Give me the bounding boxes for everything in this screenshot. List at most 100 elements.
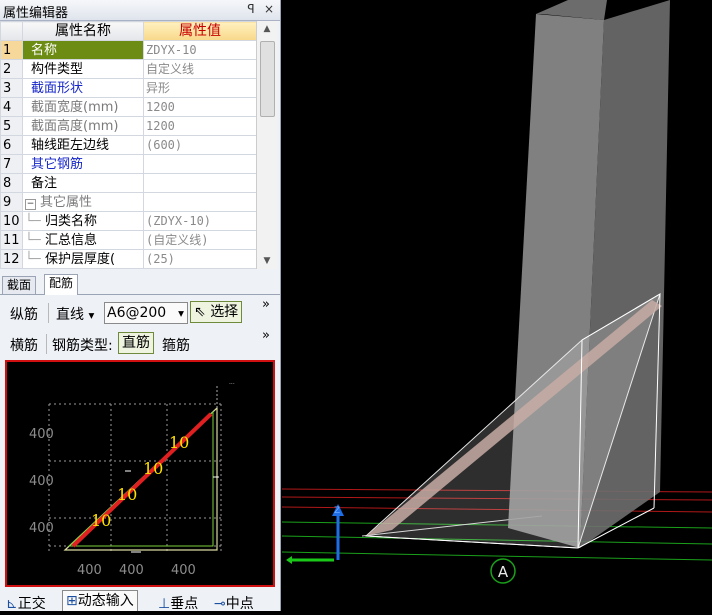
corner-annotation: ... — [229, 379, 235, 386]
property-value-cell[interactable] — [143, 192, 257, 212]
table-row[interactable]: 8 备注 — [0, 173, 257, 193]
property-name-cell[interactable]: 截面宽度(mm) — [22, 97, 144, 117]
property-name-cell[interactable]: − 其它属性 — [22, 192, 144, 212]
property-name: 归类名称 — [45, 213, 98, 229]
property-grid-scrollbar[interactable]: ▲ ▼ — [256, 21, 277, 269]
table-row[interactable]: 1 名称 ZDYX-10 — [0, 40, 257, 60]
row-number: 12 — [0, 249, 23, 269]
section-drawing-canvas[interactable]: 400 400 400 400 400 400 ... 10 10 10 10 — [5, 360, 275, 587]
property-name-cell[interactable]: 构件类型 — [22, 59, 144, 79]
table-row[interactable]: 5 截面高度(mm) 1200 — [0, 116, 257, 136]
toolbar-divider — [46, 334, 47, 354]
table-row[interactable]: 4 截面宽度(mm) 1200 — [0, 97, 257, 117]
property-name-cell[interactable]: 轴线距左边线 — [22, 135, 144, 155]
row-number: 7 — [0, 154, 23, 174]
property-value-cell[interactable]: (自定义线) — [143, 230, 257, 250]
property-name-cell[interactable]: 截面形状 — [22, 78, 144, 98]
rebar-label-4: 10 — [169, 433, 189, 452]
table-row[interactable]: 7 其它钢筋 — [0, 154, 257, 174]
3d-scene: Z A — [281, 0, 712, 584]
row-number: 4 — [0, 97, 23, 117]
panel-title: 属性编辑器 — [3, 6, 69, 21]
bottom-dimensions: 400 400 400 — [77, 563, 196, 578]
rebar-spec-select[interactable]: A6@200 ▾ — [104, 302, 188, 324]
property-name-cell[interactable]: 备注 — [22, 173, 144, 193]
ortho-toggle[interactable]: ⊾正交 — [6, 593, 46, 611]
property-value-cell[interactable]: (ZDYX-10) — [143, 211, 257, 231]
row-number: 1 — [0, 40, 23, 60]
property-name: 轴线距左边线 — [31, 137, 110, 153]
select-button[interactable]: ⇖ 选择 — [190, 301, 243, 323]
property-name-cell[interactable]: └─ 汇总信息 — [22, 230, 144, 250]
rebar-label-3: 10 — [143, 459, 163, 478]
tab-reinforcement[interactable]: 配筋 — [44, 274, 79, 295]
property-value-cell[interactable]: 1200 — [143, 97, 257, 117]
3d-viewport[interactable]: Z A — [281, 0, 712, 611]
scroll-up-icon[interactable]: ▲ — [257, 21, 277, 37]
table-row[interactable]: 6 轴线距左边线 (600) — [0, 135, 257, 155]
collapse-icon[interactable]: − — [25, 198, 36, 210]
property-value-cell[interactable]: (25) — [143, 249, 257, 269]
perpendicular-snap[interactable]: ⊥垂点 — [158, 593, 198, 611]
midpoint-snap[interactable]: ⊸中点 — [214, 593, 254, 611]
property-value-cell[interactable]: (600) — [143, 135, 257, 155]
scrollbar-thumb[interactable] — [260, 41, 275, 117]
toolbar-divider — [48, 303, 49, 323]
property-name: 截面形状 — [31, 80, 84, 96]
property-value-cell[interactable]: 异形 — [143, 78, 257, 98]
pin-icon[interactable]: ꟼ — [244, 2, 258, 17]
property-name: 汇总信息 — [45, 232, 98, 248]
header-property-value[interactable]: 属性值 — [143, 21, 257, 41]
tree-branch-icon: └─ — [25, 251, 41, 267]
property-name-cell[interactable]: 截面高度(mm) — [22, 116, 144, 136]
dim-label-left-3: 400 — [29, 521, 54, 536]
section-grid — [48, 403, 222, 552]
snap-toolbar: ⊾正交 ⊞动态输入 ⊥垂点 ⊸中点 — [0, 588, 280, 611]
longitudinal-rebar-button[interactable]: 纵筋 — [10, 304, 38, 324]
z-axis-label: Z — [334, 506, 340, 516]
close-icon[interactable]: × — [262, 2, 276, 17]
rebar-spec-value: A6@200 — [107, 305, 167, 321]
property-name-cell[interactable]: 名称 — [22, 40, 144, 60]
header-property-name[interactable]: 属性名称 — [22, 21, 144, 41]
dynamic-input-toggle[interactable]: ⊞动态输入 — [62, 590, 138, 611]
more-options-icon[interactable]: » — [262, 328, 270, 343]
table-row[interactable]: 10 └─ 归类名称 (ZDYX-10) — [0, 211, 257, 231]
tab-section[interactable]: 截面 — [2, 276, 37, 294]
table-row[interactable]: 9− 其它属性 — [0, 192, 257, 212]
property-name-cell[interactable]: 其它钢筋 — [22, 154, 144, 174]
table-row[interactable]: 3 截面形状 异形 — [0, 78, 257, 98]
perpendicular-label: 垂点 — [170, 596, 199, 611]
property-value-cell[interactable]: ZDYX-10 — [143, 40, 257, 60]
line-type-select[interactable]: 直线 ▾ — [56, 304, 94, 324]
ortho-icon: ⊾ — [6, 596, 18, 611]
dim-label-left-2: 400 — [29, 474, 54, 489]
row-number: 10 — [0, 211, 23, 231]
stirrup-button[interactable]: 箍筋 — [162, 335, 190, 355]
table-row[interactable]: 12 └─ 保护层厚度((25) — [0, 249, 257, 269]
property-name: 构件类型 — [31, 61, 84, 77]
property-name-cell[interactable]: └─ 保护层厚度( — [22, 249, 144, 269]
transverse-rebar-button[interactable]: 横筋 — [10, 335, 38, 355]
property-value-cell[interactable] — [143, 173, 257, 193]
property-value-cell[interactable]: 自定义线 — [143, 59, 257, 79]
x-axis-arrow-icon — [286, 556, 292, 564]
property-name: 备注 — [31, 175, 58, 191]
property-name: 截面高度(mm) — [31, 118, 119, 134]
property-value-cell[interactable] — [143, 154, 257, 174]
table-row[interactable]: 2 构件类型 自定义线 — [0, 59, 257, 79]
scroll-down-icon[interactable]: ▼ — [257, 253, 277, 269]
tree-branch-icon: └─ — [25, 232, 41, 248]
midpoint-label: 中点 — [225, 596, 254, 611]
transverse-toolbar: 横筋 钢筋类型: 直筋 箍筋 » — [0, 328, 280, 356]
tree-branch-icon: └─ — [25, 213, 41, 229]
property-value-cell[interactable]: 1200 — [143, 116, 257, 136]
more-options-icon[interactable]: » — [262, 297, 270, 312]
dynamic-input-label: 动态输入 — [77, 593, 134, 609]
property-name: 截面宽度(mm) — [31, 99, 119, 115]
axis-label-a: A — [498, 563, 509, 581]
dynamic-input-icon: ⊞ — [66, 593, 78, 609]
table-row[interactable]: 11 └─ 汇总信息 (自定义线) — [0, 230, 257, 250]
property-name-cell[interactable]: └─ 归类名称 — [22, 211, 144, 231]
straight-rebar-button[interactable]: 直筋 — [118, 332, 154, 354]
